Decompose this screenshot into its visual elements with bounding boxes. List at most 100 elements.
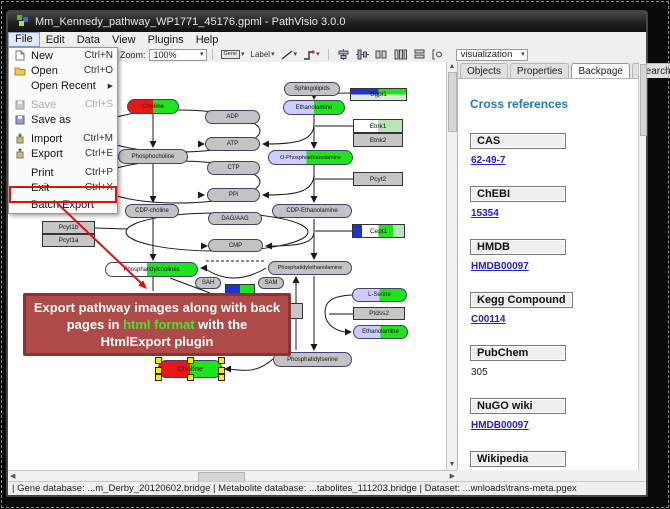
canvas-vertical-scrollbar[interactable]: ▲ ▼ bbox=[446, 62, 457, 470]
node-label: O-Phosphoethanolamine bbox=[280, 155, 341, 161]
node-sah[interactable]: SAH bbox=[195, 277, 221, 289]
node-label: CTP bbox=[228, 165, 240, 171]
callout-line2: pages in html format with the bbox=[67, 316, 248, 333]
zoom-combobox[interactable]: 100% ▾ bbox=[149, 49, 207, 61]
zoom-label: Zoom: bbox=[120, 50, 146, 60]
line-tool-button[interactable]: ▾ bbox=[278, 48, 301, 61]
node-label: Ethanolamine bbox=[296, 105, 333, 111]
menu-item-import[interactable]: Import Ctrl+M bbox=[9, 131, 117, 146]
xref-link[interactable]: 15354 bbox=[471, 208, 499, 219]
stack-vertical-button[interactable] bbox=[410, 48, 429, 61]
menu-item-print[interactable]: Print Ctrl+P bbox=[9, 165, 117, 180]
node-pcyt2[interactable]: Pcyt2 bbox=[353, 172, 403, 186]
menu-edit[interactable]: Edit bbox=[40, 33, 71, 47]
node-choline[interactable]: Choline bbox=[127, 99, 179, 114]
menu-view[interactable]: View bbox=[106, 33, 142, 47]
scroll-up-arrow[interactable]: ▲ bbox=[447, 62, 457, 72]
node-pcyt1a[interactable]: Pcyt1a bbox=[42, 234, 95, 247]
align-vertical-center-button[interactable] bbox=[334, 48, 353, 61]
scroll-right-arrow[interactable]: ▶ bbox=[450, 472, 455, 480]
scroll-down-arrow[interactable]: ▼ bbox=[447, 460, 457, 470]
align-horizontal-center-button[interactable] bbox=[353, 48, 372, 61]
menu-item-new[interactable]: New Ctrl+N bbox=[9, 48, 117, 63]
menu-item-open-recent[interactable]: Open Recent ▶ bbox=[9, 78, 117, 93]
node-atp[interactable]: ATP bbox=[205, 137, 260, 151]
node-choline-selected[interactable]: Choline bbox=[158, 360, 222, 378]
menu-item-save-as[interactable]: Save as bbox=[9, 112, 117, 127]
node-dag-aag[interactable]: DAG/AAG bbox=[208, 212, 262, 225]
node-sam[interactable]: SAM bbox=[258, 277, 284, 289]
gene-product-tool-button[interactable]: Gene ▾ bbox=[218, 48, 248, 61]
node-etnk2[interactable]: Etnk2 bbox=[353, 133, 403, 147]
menu-item-open[interactable]: Open Ctrl+O bbox=[9, 63, 117, 78]
chevron-down-icon[interactable]: ▾ bbox=[200, 51, 204, 58]
node-l-serine[interactable]: L-Serine bbox=[352, 288, 407, 302]
node-ppi[interactable]: PPi bbox=[207, 188, 260, 202]
menu-data[interactable]: Data bbox=[71, 33, 106, 47]
selection-handle[interactable] bbox=[218, 367, 225, 374]
selection-handle[interactable] bbox=[218, 374, 225, 381]
export-icon bbox=[13, 148, 27, 159]
selection-handle[interactable] bbox=[155, 367, 162, 374]
node-ctp[interactable]: CTP bbox=[207, 161, 260, 175]
scrollbar-thumb[interactable] bbox=[640, 64, 647, 136]
node-cdp-ethanolamine[interactable]: CDP-Ethanolamine bbox=[272, 204, 352, 218]
tab-backpage[interactable]: Backpage bbox=[571, 63, 629, 78]
node-phosphocholine[interactable]: Phosphocholine bbox=[118, 149, 188, 164]
title-bar[interactable]: Mm_Kennedy_pathway_WP1771_45176.gpml - P… bbox=[8, 12, 646, 32]
common-width-button[interactable] bbox=[391, 48, 410, 61]
node-pcyt1b[interactable]: Pcyt1b bbox=[42, 221, 95, 234]
label-tool-button[interactable]: Label ▾ bbox=[248, 48, 278, 61]
node-sphingolipids[interactable]: Sphingolipids bbox=[284, 82, 340, 96]
chevron-down-icon: ▾ bbox=[294, 51, 298, 58]
menu-file[interactable]: File bbox=[8, 32, 40, 47]
node-sgpl1[interactable]: Sgpl1 bbox=[350, 88, 407, 101]
node-cmp[interactable]: CMP bbox=[208, 239, 263, 252]
node-adp[interactable]: ADP bbox=[205, 110, 260, 124]
chevron-down-icon[interactable]: ▾ bbox=[521, 51, 525, 58]
menu-item-export[interactable]: Export Ctrl+E bbox=[9, 146, 117, 161]
open-folder-icon bbox=[13, 66, 27, 76]
node-o-phosphoethanolamine[interactable]: O-Phosphoethanolamine bbox=[268, 150, 353, 165]
xref-link[interactable]: C00114 bbox=[471, 314, 505, 325]
xref-link[interactable]: 62-49-7 bbox=[471, 155, 505, 166]
tab-properties[interactable]: Properties bbox=[510, 63, 570, 78]
common-height-icon bbox=[375, 49, 388, 60]
xref-link[interactable]: HMDB00097 bbox=[471, 261, 529, 272]
xref-header: CAS bbox=[470, 133, 566, 149]
stack-horizontal-button[interactable] bbox=[429, 48, 448, 61]
menu-help[interactable]: Help bbox=[190, 33, 225, 47]
common-width-icon bbox=[394, 49, 407, 60]
node-cept1[interactable]: Cept1 bbox=[352, 224, 405, 238]
node-etnk1[interactable]: Etnk1 bbox=[353, 119, 403, 133]
xref-link[interactable]: HMDB00097 bbox=[471, 420, 529, 431]
node-label: Pcyt1b bbox=[59, 224, 79, 231]
node-label: CMP bbox=[229, 243, 242, 249]
selection-handle[interactable] bbox=[155, 374, 162, 381]
scroll-left-arrow[interactable]: ◀ bbox=[10, 472, 15, 480]
node-cdp-choline[interactable]: CDP-choline bbox=[125, 204, 179, 218]
selection-handle[interactable] bbox=[155, 357, 162, 364]
node-ptdss2[interactable]: Ptdss2 bbox=[353, 307, 405, 320]
scrollbar-thumb[interactable] bbox=[448, 72, 457, 132]
bracket-icon bbox=[432, 49, 445, 60]
node-ethanolamine-lower[interactable]: Ethanolamine bbox=[353, 325, 408, 339]
connector-tool-button[interactable]: ▾ bbox=[300, 48, 323, 61]
selection-handle[interactable] bbox=[187, 357, 194, 364]
common-height-button[interactable] bbox=[372, 48, 391, 61]
canvas-horizontal-scrollbar[interactable]: ◀ ▶ bbox=[8, 470, 457, 481]
node-phosphatidylcholines[interactable]: Phosphatidylcholines bbox=[105, 262, 198, 277]
node-label: SAM bbox=[264, 280, 277, 286]
visualization-combobox[interactable]: visualization ▾ bbox=[456, 49, 528, 61]
selection-handle[interactable] bbox=[218, 357, 225, 364]
stack-icon bbox=[413, 49, 426, 60]
menu-item-save[interactable]: Save Ctrl+S bbox=[9, 97, 117, 112]
menu-plugins[interactable]: Plugins bbox=[142, 33, 190, 47]
tab-objects[interactable]: Objects bbox=[460, 63, 508, 78]
backpage-content: Cross references CAS 62-49-7 ChEBI 15354… bbox=[458, 79, 638, 471]
node-ethanolamine[interactable]: Ethanolamine bbox=[283, 100, 345, 115]
callout-line1: Export pathway images along with back bbox=[34, 299, 280, 316]
node-phosphatidylethanolamine[interactable]: Phosphatidylethanolamine bbox=[268, 261, 352, 275]
selection-handle[interactable] bbox=[187, 374, 194, 381]
panel-scrollbar[interactable] bbox=[638, 62, 646, 470]
